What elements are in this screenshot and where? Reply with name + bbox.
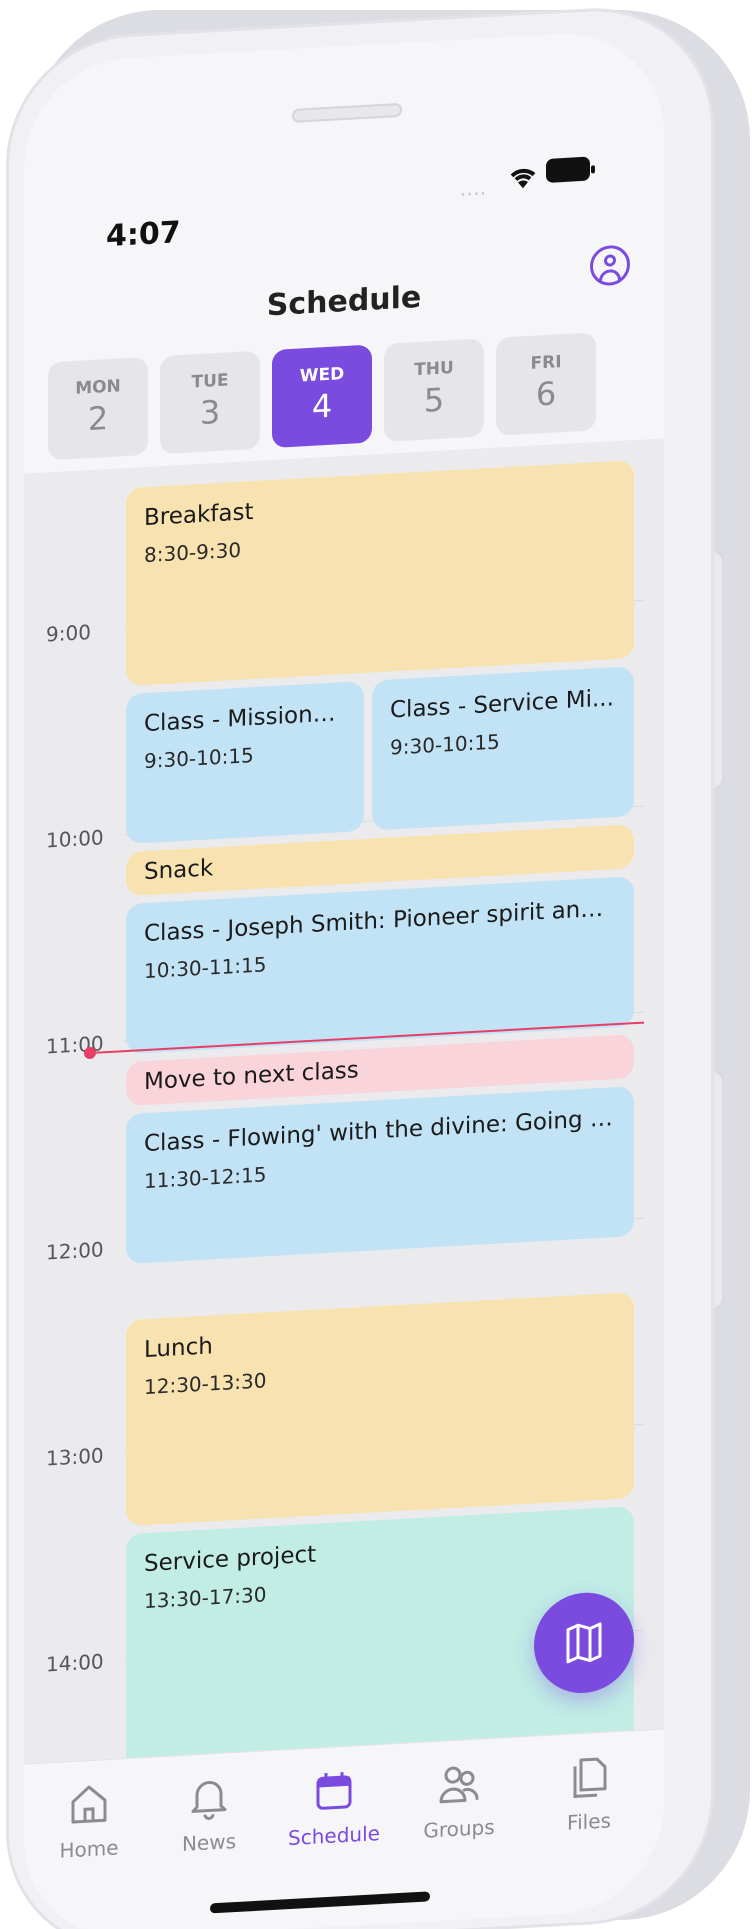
event-class-missionary[interactable]: Class - Missionar... 9:30-10:15 [126, 680, 364, 845]
event-breakfast[interactable]: Breakfast 8:30-9:30 [126, 460, 634, 687]
day-tab-mon[interactable]: MON 2 [48, 356, 148, 461]
day-name: MON [75, 376, 121, 399]
day-number: 6 [535, 374, 557, 414]
event-title: Snack [144, 855, 214, 886]
nav-label: Schedule [288, 1821, 380, 1851]
event-time: 9:30-10:15 [144, 743, 254, 774]
phone-front: 4:07 .... Schedule MON 2 TUE 3 WED 4 THU… [0, 0, 752, 1929]
nav-label: News [181, 1829, 237, 1856]
nav-files[interactable]: Files [534, 1751, 644, 1837]
day-name: THU [414, 358, 454, 381]
nav-label: Home [59, 1835, 119, 1863]
day-number: 4 [311, 386, 333, 426]
phone-mockup: 4:07 .... Schedule MON 2 TUE 3 WED 4 THU… [0, 0, 752, 1929]
event-lunch[interactable]: Lunch 12:30-13:30 [126, 1292, 634, 1527]
nav-label: Files [567, 1808, 611, 1835]
bell-icon [191, 1781, 227, 1820]
home-icon [71, 1785, 107, 1824]
day-tab-tue[interactable]: TUE 3 [160, 350, 260, 455]
signal-dots: .... [460, 178, 487, 201]
day-name: FRI [530, 352, 562, 374]
hour-label: 14:00 [46, 1649, 104, 1677]
hour-label: 12:00 [46, 1237, 104, 1265]
hour-label: 10:00 [46, 825, 104, 853]
event-title: Class - Missionar... [144, 699, 346, 738]
wifi-icon [510, 168, 536, 189]
day-name: TUE [191, 370, 229, 393]
event-class-service[interactable]: Class - Service Mi... 9:30-10:15 [372, 666, 634, 831]
avatar-head [604, 254, 616, 267]
speaker-grille [292, 102, 402, 123]
battery-icon [546, 156, 590, 183]
files-icon [573, 1757, 607, 1798]
app-screen: 4:07 .... Schedule MON 2 TUE 3 WED 4 THU… [24, 28, 664, 1929]
event-class-flowing[interactable]: Class - Flowing' with the divine: Going … [126, 1086, 634, 1265]
users-icon [439, 1766, 479, 1804]
nav-news[interactable]: News [154, 1771, 264, 1857]
hour-label: 9:00 [46, 619, 91, 647]
event-title: Class - Service Mi... [390, 685, 614, 724]
map-icon [566, 1622, 602, 1664]
current-time-dot [84, 1046, 96, 1060]
event-time: 9:30-10:15 [390, 729, 500, 760]
event-title: Move to next class [144, 1057, 359, 1096]
day-tab-wed[interactable]: WED 4 [272, 344, 372, 449]
day-tab-thu[interactable]: THU 5 [384, 338, 484, 442]
day-number: 2 [87, 399, 109, 439]
day-picker: MON 2 TUE 3 WED 4 THU 5 FRI 6 [48, 332, 608, 461]
calendar-icon [316, 1772, 352, 1810]
schedule-grid[interactable]: 9:00 10:00 11:00 12:00 13:00 14:00 Break… [24, 438, 664, 1795]
nav-schedule[interactable]: Schedule [279, 1765, 389, 1851]
nav-home[interactable]: Home [34, 1778, 144, 1864]
day-number: 5 [423, 380, 445, 420]
nav-label: Groups [423, 1814, 495, 1843]
hour-label: 13:00 [46, 1443, 104, 1471]
page-title: Schedule [266, 279, 422, 324]
day-name: WED [299, 364, 345, 387]
nav-groups[interactable]: Groups [404, 1758, 514, 1844]
day-tab-fri[interactable]: FRI 6 [496, 332, 596, 436]
day-number: 3 [199, 392, 221, 433]
status-time: 4:07 [106, 215, 181, 255]
